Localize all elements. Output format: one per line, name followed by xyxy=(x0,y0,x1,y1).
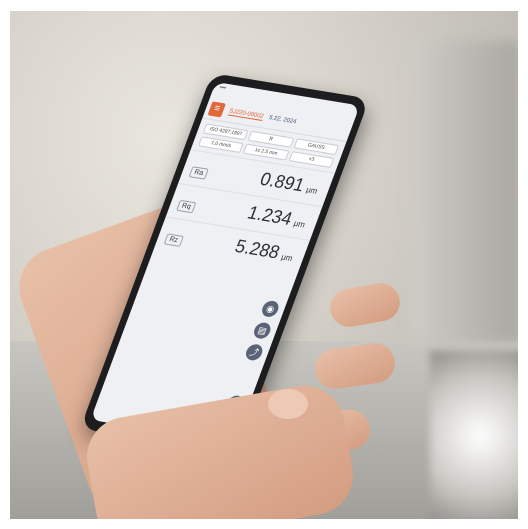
background-machine xyxy=(410,41,518,341)
fingertip xyxy=(268,389,308,419)
photo-frame: ••• ≡ SJ220-00002 5.22. 2024 ISO 4287:19… xyxy=(10,11,518,519)
reading-unit: μm xyxy=(279,252,294,263)
tab-date[interactable]: 5.22. 2024 xyxy=(268,115,297,125)
save-icon[interactable]: ▤ xyxy=(251,321,273,340)
background-light xyxy=(430,351,518,519)
camera-icon[interactable]: ◉ xyxy=(259,299,281,319)
reading-unit: μm xyxy=(292,218,307,230)
reading-value: 5.288 xyxy=(232,235,283,263)
share-icon[interactable]: ⤴ xyxy=(243,343,265,362)
right-finger-1 xyxy=(327,280,403,330)
menu-icon[interactable]: ≡ xyxy=(207,101,226,118)
tab-measurement[interactable]: SJ220-00002 xyxy=(227,107,265,121)
reading-unit: μm xyxy=(304,185,319,196)
